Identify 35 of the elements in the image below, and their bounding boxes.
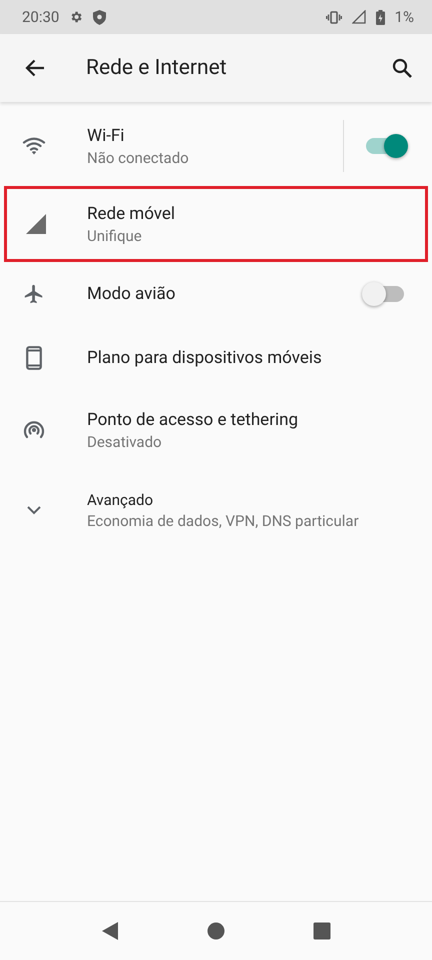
settings-item[interactable]: Modo avião bbox=[0, 262, 432, 326]
item-title: Rede móvel bbox=[87, 204, 176, 224]
item-title: Plano para dispositivos móveis bbox=[87, 348, 323, 368]
phone-icon bbox=[26, 346, 42, 370]
battery-level: 1% bbox=[394, 8, 414, 26]
search-icon bbox=[392, 58, 412, 78]
recents-button[interactable] bbox=[313, 922, 331, 940]
highlighted-settings-item[interactable]: Rede móvel Unifique bbox=[4, 186, 428, 262]
item-summary: Não conectado bbox=[87, 148, 190, 166]
status-time: 20:30 bbox=[22, 8, 60, 26]
home-button[interactable] bbox=[207, 922, 225, 940]
settings-item[interactable]: Avançado Economia de dados, VPN, DNS particular bbox=[0, 470, 432, 550]
wifi-icon bbox=[22, 137, 46, 155]
item-summary: Unifique bbox=[87, 226, 143, 244]
airplane-icon bbox=[23, 283, 45, 305]
back-nav-button[interactable] bbox=[101, 921, 119, 941]
item-summary: Economia de dados, VPN, DNS particular bbox=[87, 512, 360, 530]
gear-icon bbox=[69, 10, 84, 24]
item-title: Modo avião bbox=[87, 284, 176, 304]
signal-icon bbox=[25, 213, 47, 235]
settings-item[interactable]: Plano para dispositivos móveis bbox=[0, 326, 432, 390]
settings-item[interactable]: Ponto de acesso e tethering Desativado bbox=[0, 390, 432, 470]
settings-item[interactable]: Wi-Fi Não conectado bbox=[0, 106, 432, 186]
signal-icon bbox=[352, 10, 366, 24]
item-summary: Desativado bbox=[87, 432, 163, 450]
battery-icon bbox=[376, 10, 385, 24]
item-title: Ponto de acesso e tethering bbox=[87, 410, 300, 430]
back-arrow-icon bbox=[25, 59, 45, 77]
item-title: Avançado bbox=[87, 490, 154, 508]
item-title: Wi-Fi bbox=[87, 126, 126, 146]
chevron-icon bbox=[27, 506, 41, 514]
page-title: Rede e Internet bbox=[86, 56, 228, 80]
hotspot-icon bbox=[23, 420, 45, 440]
vibrate-icon bbox=[326, 10, 342, 24]
shield-icon bbox=[93, 10, 106, 24]
